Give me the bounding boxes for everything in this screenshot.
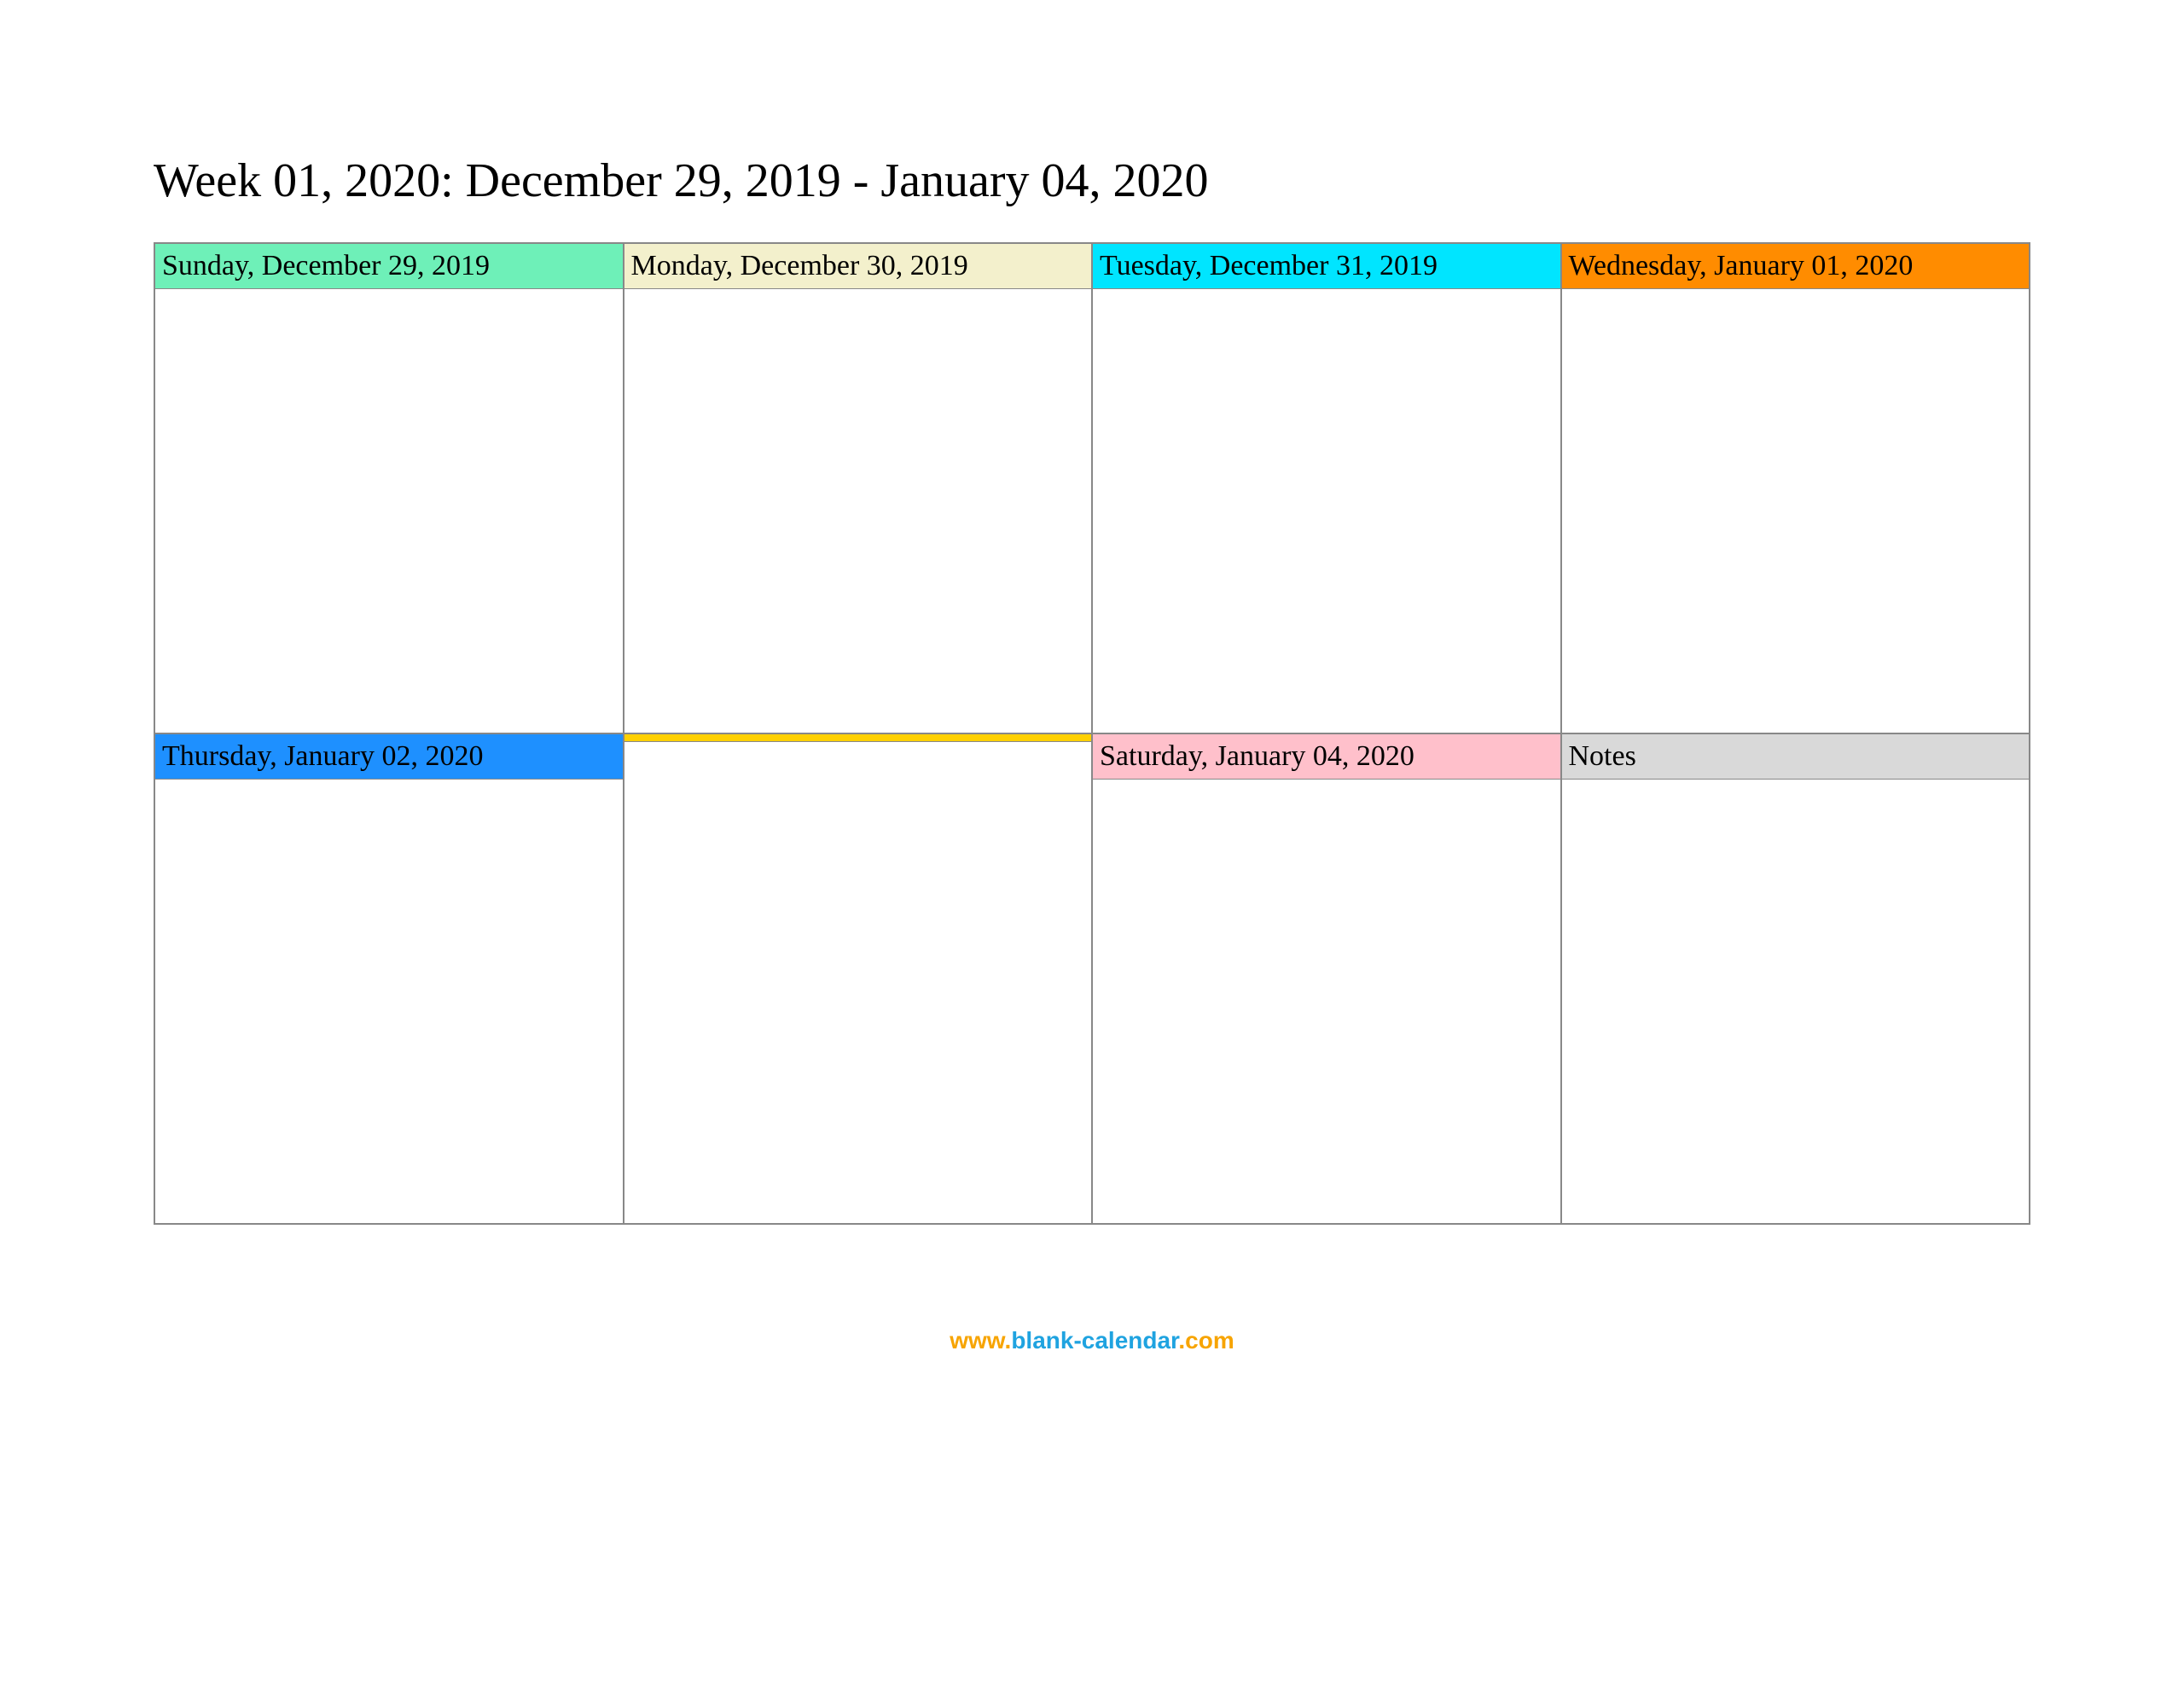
day-body-tuesday — [1093, 289, 1560, 733]
day-header-tuesday: Tuesday, December 31, 2019 — [1093, 244, 1560, 289]
footer-link[interactable]: www.blank-calendar.com — [154, 1327, 2030, 1354]
day-header-notes: Notes — [1562, 734, 2030, 780]
day-header-saturday: Saturday, January 04, 2020 — [1093, 734, 1560, 780]
day-body-wednesday — [1562, 289, 2030, 733]
day-body-thursday — [155, 780, 623, 1223]
day-body-friday — [624, 742, 1092, 1223]
day-body-sunday — [155, 289, 623, 733]
footer-www: www. — [950, 1327, 1011, 1354]
day-cell-friday — [624, 733, 1093, 1224]
day-cell-thursday: Thursday, January 02, 2020 — [154, 733, 624, 1224]
day-body-notes — [1562, 780, 2030, 1223]
day-cell-tuesday: Tuesday, December 31, 2019 — [1092, 243, 1561, 733]
day-header-thursday: Thursday, January 02, 2020 — [155, 734, 623, 780]
day-cell-monday: Monday, December 30, 2019 — [624, 243, 1093, 733]
day-header-monday: Monday, December 30, 2019 — [624, 244, 1092, 289]
page-title: Week 01, 2020: December 29, 2019 - Janua… — [154, 154, 2030, 208]
day-cell-notes: Notes — [1561, 733, 2030, 1224]
day-header-friday — [624, 734, 1092, 742]
day-body-monday — [624, 289, 1092, 733]
day-header-wednesday: Wednesday, January 01, 2020 — [1562, 244, 2030, 289]
calendar-grid: Sunday, December 29, 2019 Monday, Decemb… — [154, 242, 2030, 1225]
day-cell-saturday: Saturday, January 04, 2020 — [1092, 733, 1561, 1224]
day-cell-wednesday: Wednesday, January 01, 2020 — [1561, 243, 2030, 733]
day-body-saturday — [1093, 780, 1560, 1223]
footer-com: .com — [1178, 1327, 1234, 1354]
day-cell-sunday: Sunday, December 29, 2019 — [154, 243, 624, 733]
day-header-sunday: Sunday, December 29, 2019 — [155, 244, 623, 289]
footer-blank: blank-calendar — [1011, 1327, 1178, 1354]
